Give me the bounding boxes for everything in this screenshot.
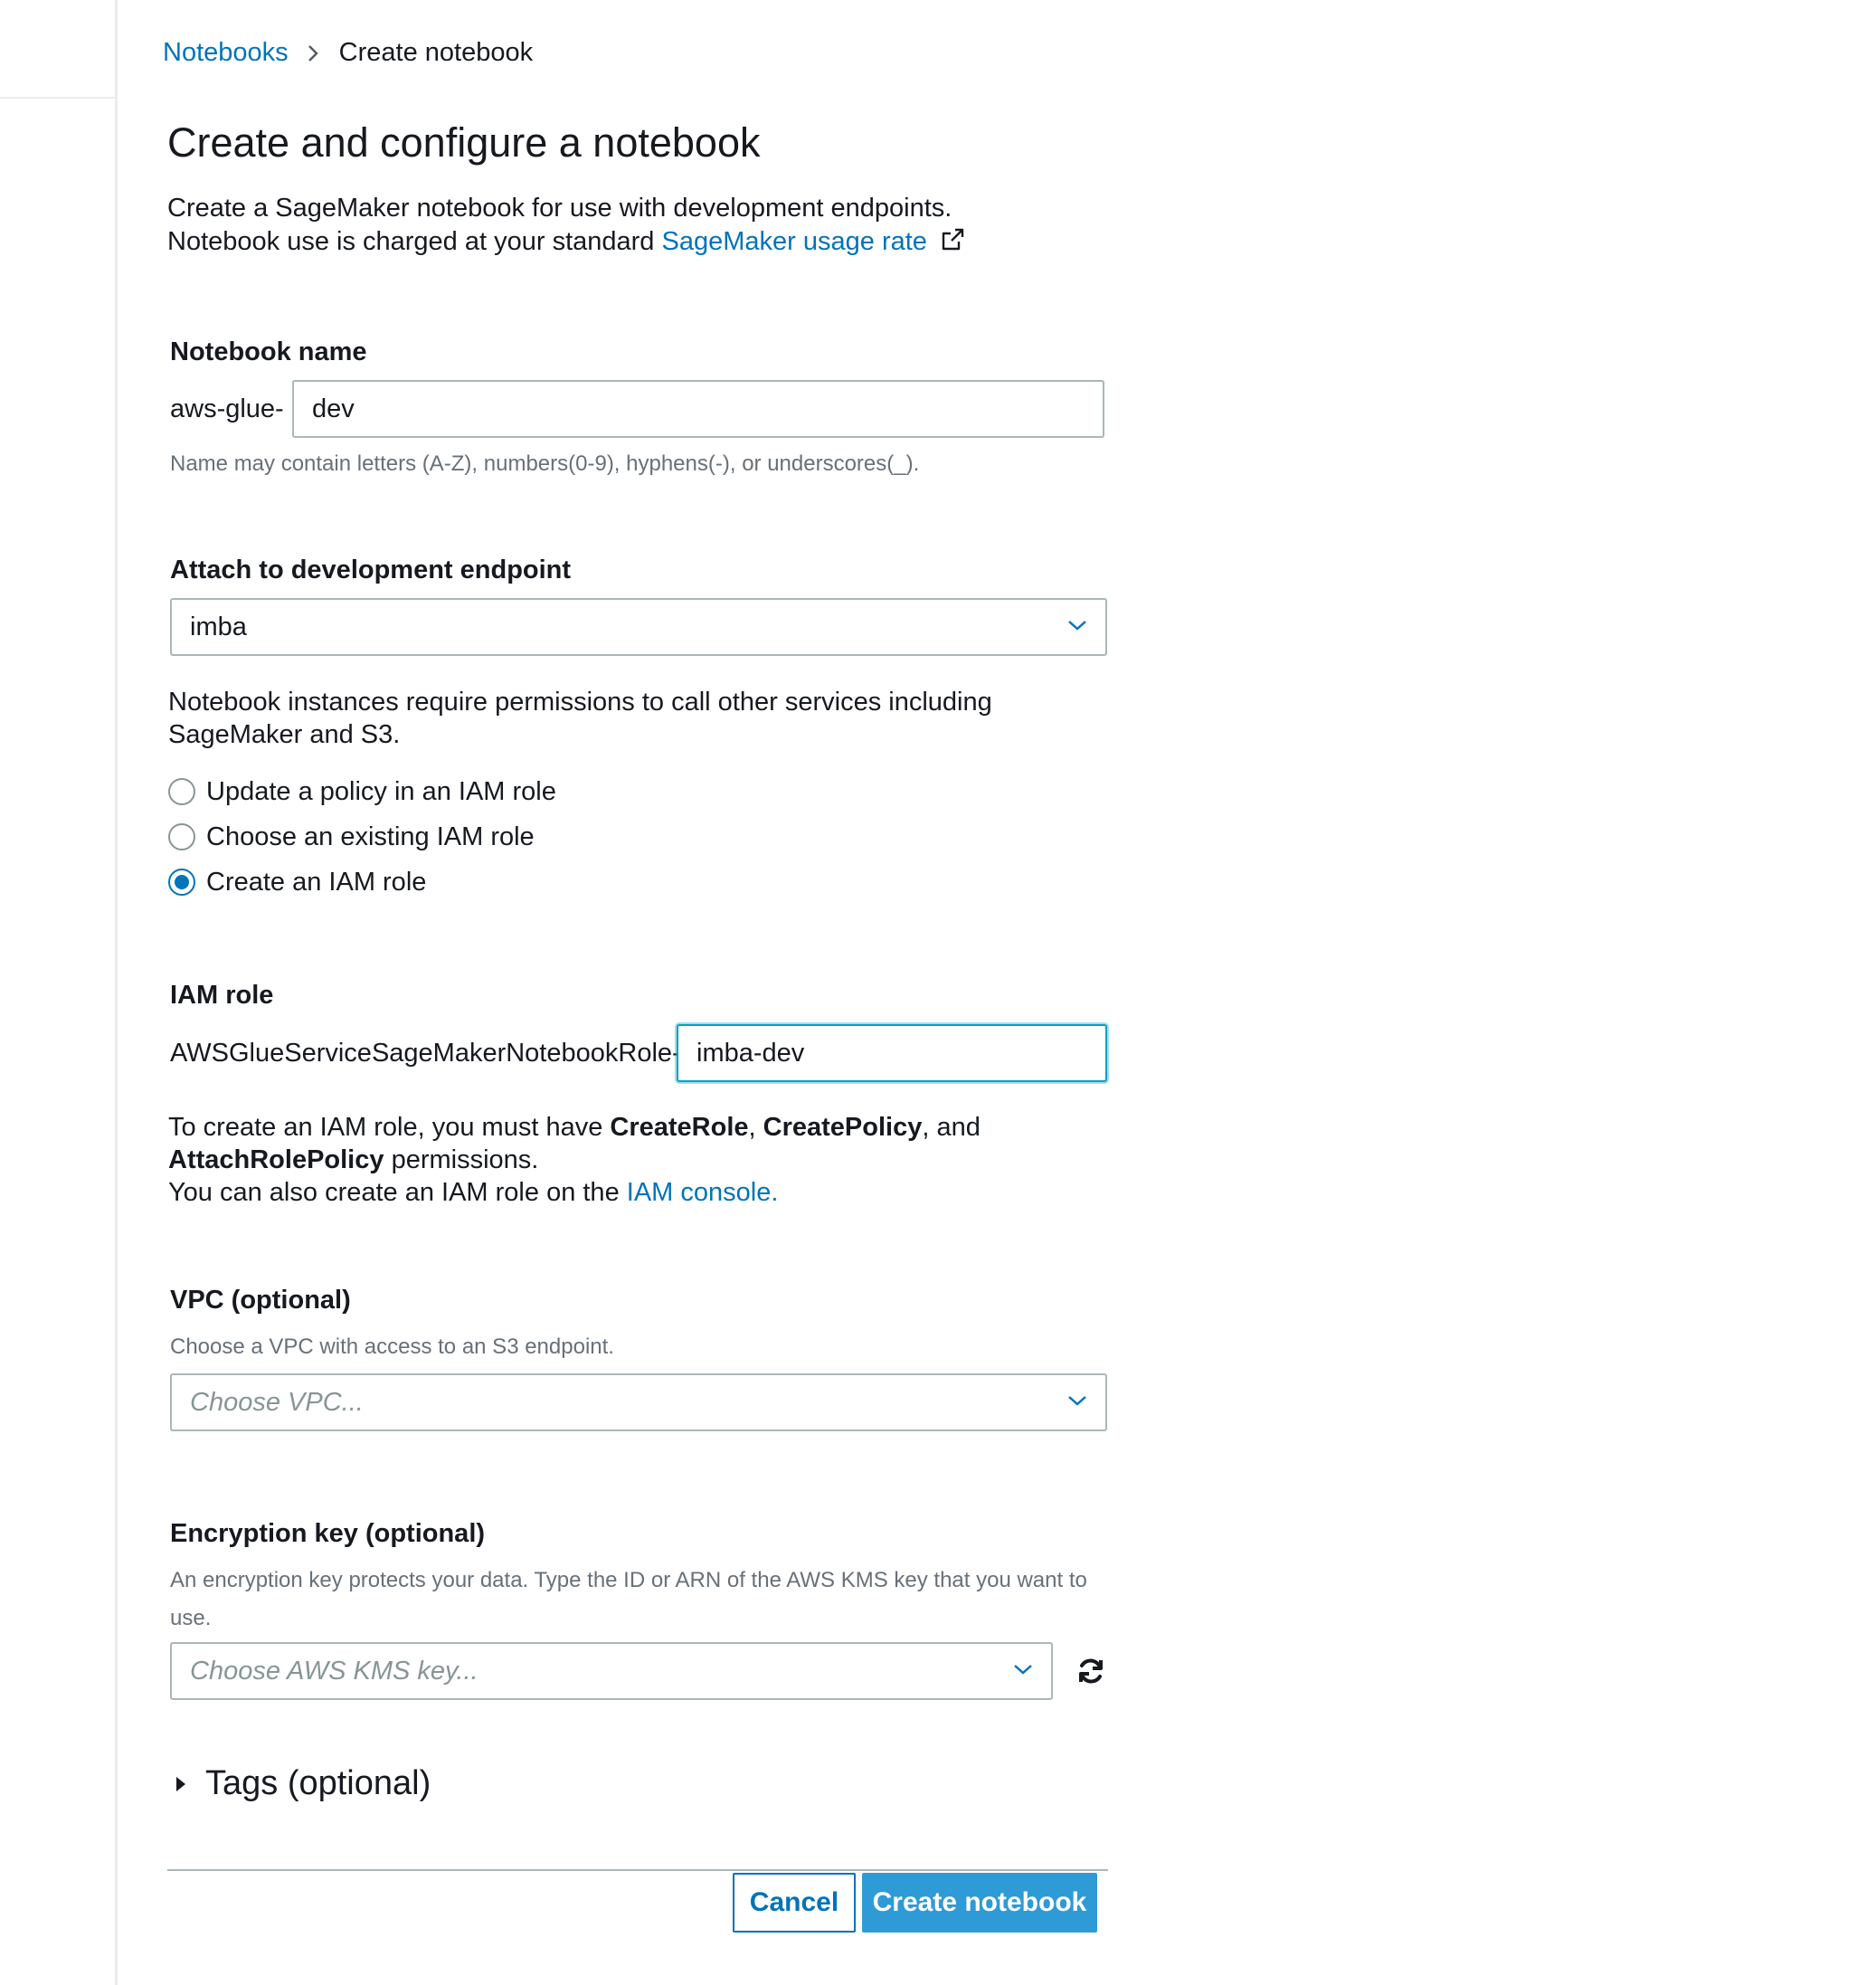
permission-attachrolepolicy: AttachRolePolicy	[168, 1145, 384, 1174]
endpoint-select[interactable]: imba	[170, 598, 1107, 656]
page-title: Create and configure a notebook	[167, 119, 761, 166]
radio-create-role[interactable]: Create an IAM role	[168, 860, 556, 905]
footer-divider	[167, 1869, 1108, 1871]
encryption-key-hint: An encryption key protects your data. Ty…	[170, 1568, 1087, 1630]
encryption-key-label: Encryption key (optional)	[170, 1519, 486, 1548]
vpc-placeholder: Choose VPC...	[190, 1387, 364, 1417]
create-notebook-button[interactable]: Create notebook	[862, 1873, 1097, 1933]
iam-role-label: IAM role	[170, 981, 274, 1010]
caret-right-icon	[175, 1775, 187, 1793]
sagemaker-usage-rate-link[interactable]: SageMaker usage rate	[662, 227, 927, 256]
separator: , and	[922, 1113, 981, 1142]
tags-expander[interactable]: Tags (optional)	[175, 1764, 431, 1803]
cancel-button[interactable]: Cancel	[733, 1873, 856, 1933]
permission-createpolicy: CreatePolicy	[763, 1113, 923, 1142]
iam-role-option-group: Update a policy in an IAM role Choose an…	[168, 769, 556, 905]
breadcrumb-notebooks-link[interactable]: Notebooks	[163, 38, 289, 68]
intro-line-2: Notebook use is charged at your standard…	[167, 225, 965, 261]
notebook-name-hint: Name may contain letters (A-Z), numbers(…	[170, 451, 920, 476]
intro-line-2-text: Notebook use is charged at your standard	[167, 227, 655, 256]
breadcrumb: Notebooks Create notebook	[163, 38, 533, 68]
side-navigation-panel	[0, 0, 118, 1985]
iam-role-note-suffix: permissions.	[391, 1145, 539, 1174]
radio-update-policy[interactable]: Update a policy in an IAM role	[168, 769, 556, 814]
radio-label: Choose an existing IAM role	[206, 822, 535, 851]
radio-label: Update a policy in an IAM role	[206, 776, 556, 806]
chevron-down-icon	[1067, 1394, 1087, 1411]
kms-key-select[interactable]: Choose AWS KMS key...	[170, 1642, 1053, 1700]
external-link-icon	[940, 227, 965, 261]
iam-role-prefix: AWSGlueServiceSageMakerNotebookRole-	[170, 1039, 681, 1068]
vpc-select[interactable]: Choose VPC...	[170, 1373, 1107, 1431]
radio-choose-existing-role[interactable]: Choose an existing IAM role	[168, 814, 556, 860]
radio-label: Create an IAM role	[206, 867, 427, 897]
endpoint-label: Attach to development endpoint	[170, 556, 572, 584]
tags-label: Tags (optional)	[205, 1764, 431, 1802]
refresh-icon[interactable]	[1074, 1654, 1108, 1688]
chevron-down-icon	[1067, 619, 1087, 636]
endpoint-selected-value: imba	[190, 612, 247, 641]
iam-console-text: You can also create an IAM role on the	[168, 1178, 620, 1207]
radio-button-checked[interactable]	[168, 869, 195, 896]
breadcrumb-current: Create notebook	[338, 38, 534, 67]
chevron-down-icon	[1013, 1663, 1033, 1680]
vpc-hint: Choose a VPC with access to an S3 endpoi…	[170, 1334, 614, 1359]
permissions-note: Notebook instances require permissions t…	[168, 688, 992, 749]
iam-role-note: To create an IAM role, you must have Cre…	[168, 1111, 1073, 1209]
kms-key-placeholder: Choose AWS KMS key...	[190, 1656, 478, 1686]
permission-createrole: CreateRole	[610, 1113, 749, 1142]
separator: ,	[748, 1113, 756, 1142]
side-navigation-divider	[0, 97, 115, 99]
page-description: Create a SageMaker notebook for use with…	[167, 192, 965, 261]
vpc-label: VPC (optional)	[170, 1286, 351, 1315]
chevron-right-icon	[307, 43, 319, 63]
intro-line-1: Create a SageMaker notebook for use with…	[167, 194, 952, 223]
notebook-name-label: Notebook name	[170, 337, 367, 366]
iam-role-input[interactable]	[677, 1024, 1107, 1082]
iam-role-note-text: To create an IAM role, you must have	[168, 1113, 603, 1142]
iam-console-link[interactable]: IAM console.	[627, 1178, 779, 1207]
notebook-name-prefix: aws-glue-	[170, 394, 284, 423]
notebook-name-input[interactable]	[292, 380, 1104, 438]
radio-button[interactable]	[168, 778, 195, 805]
radio-button[interactable]	[168, 823, 195, 850]
